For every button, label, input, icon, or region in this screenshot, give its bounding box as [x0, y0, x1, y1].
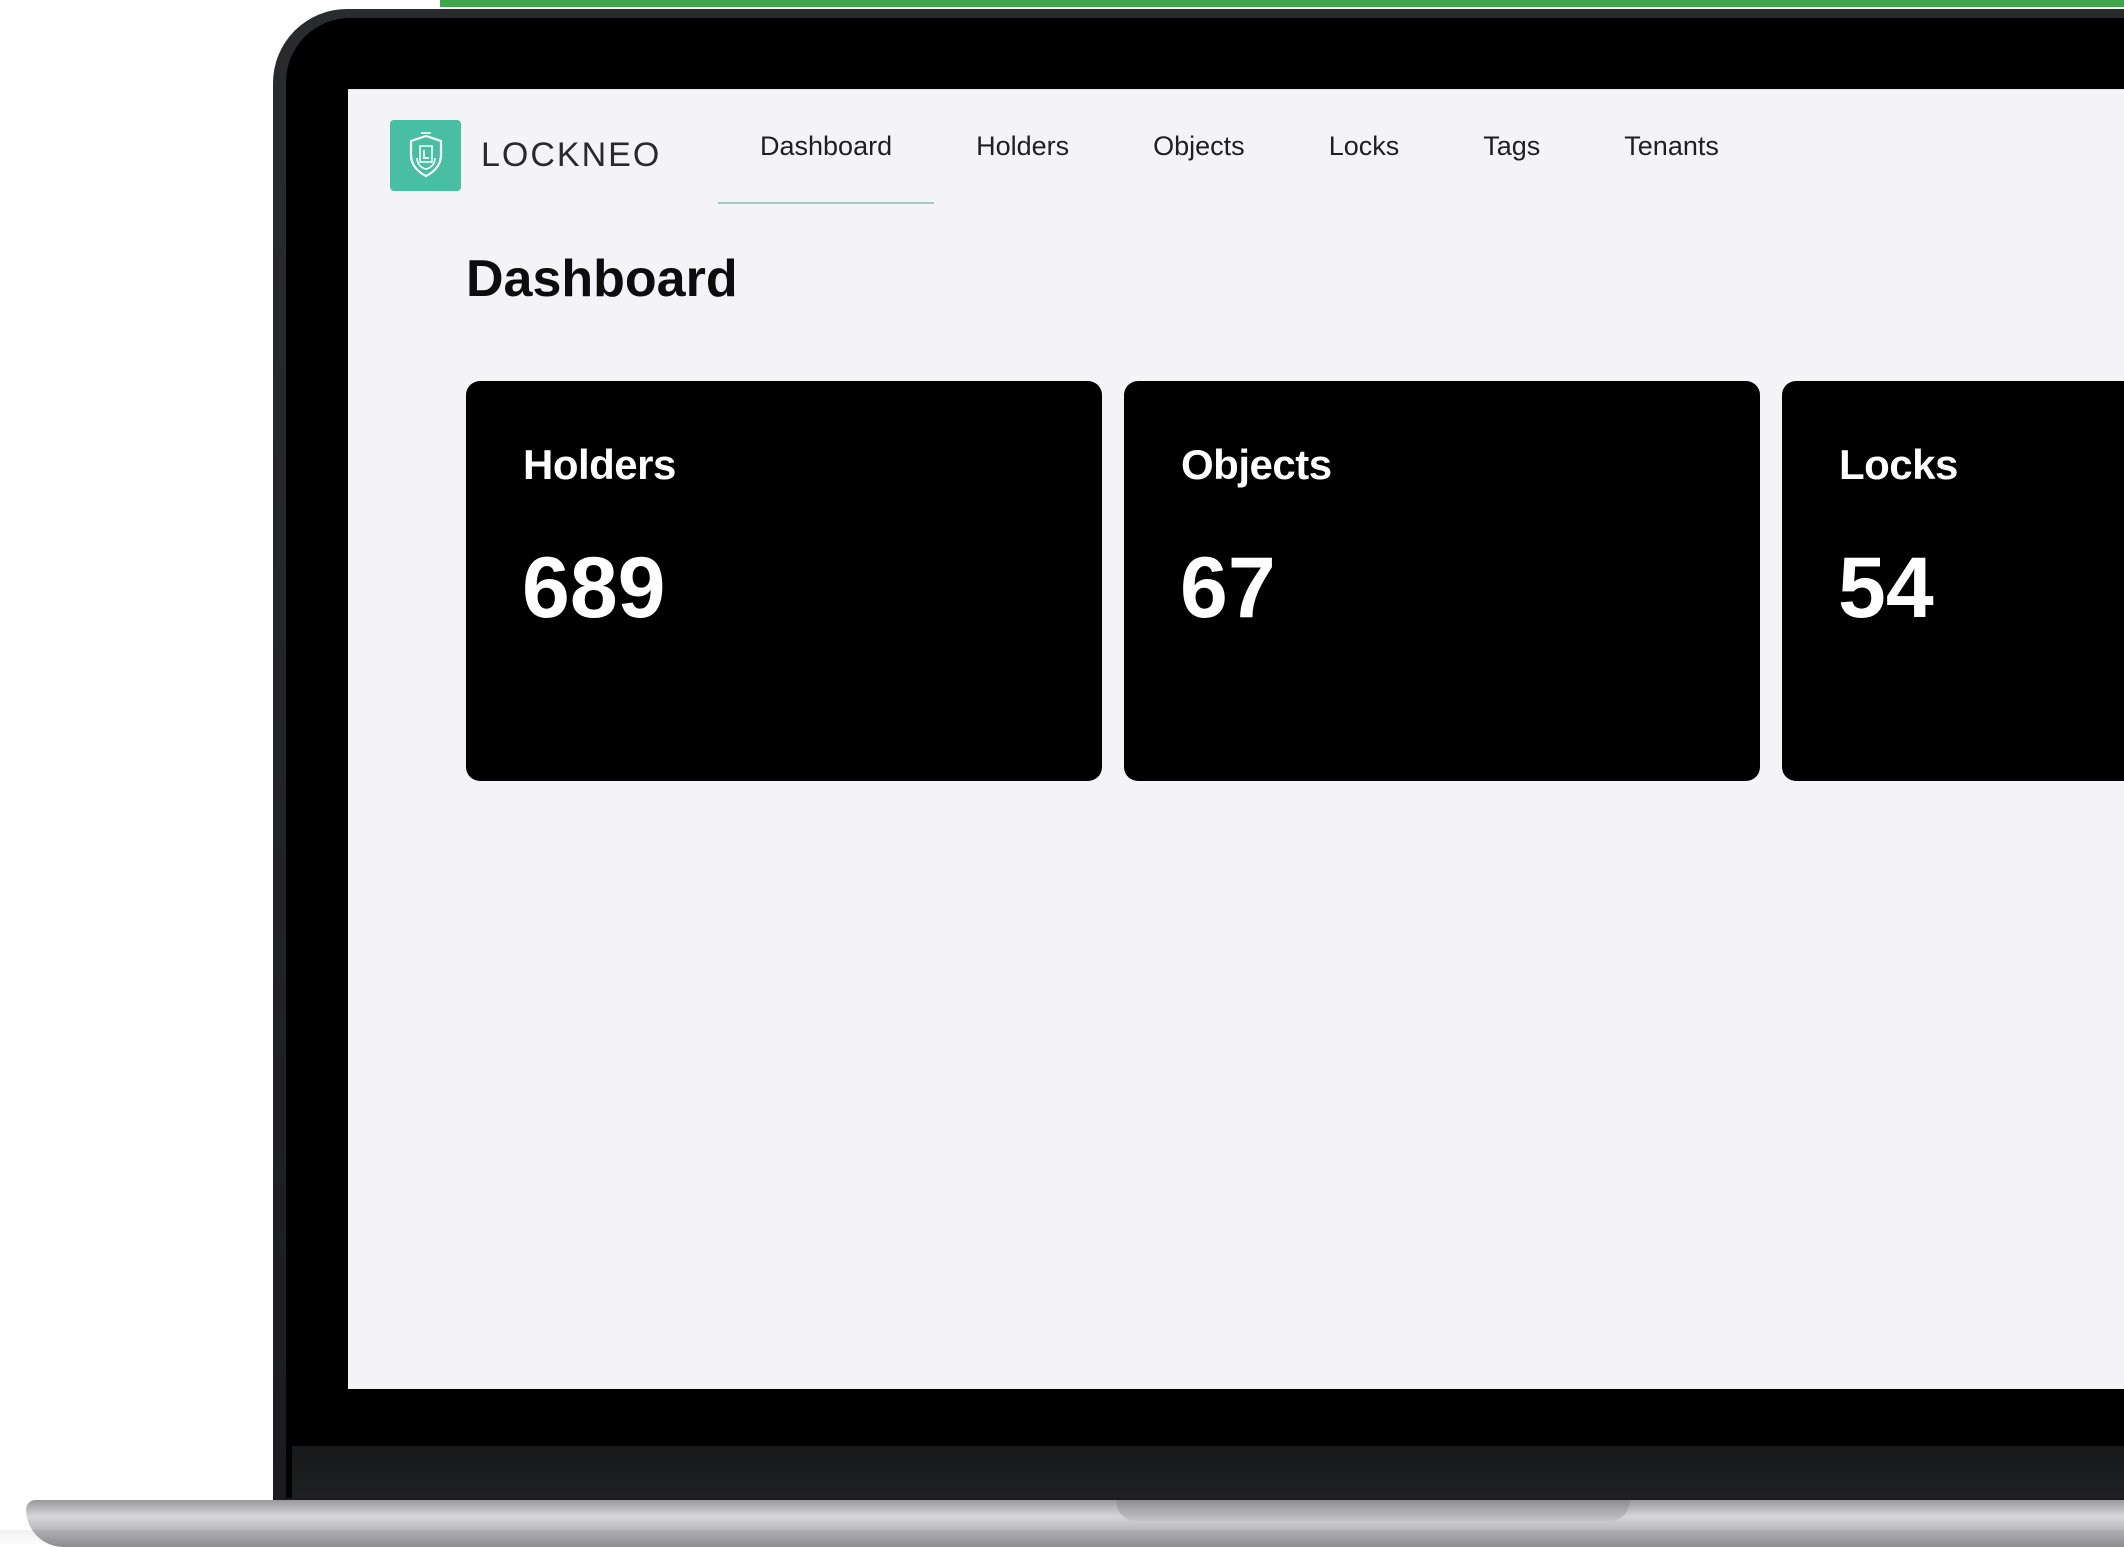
- stat-card-value: 67: [1180, 540, 1276, 636]
- page-title: Dashboard: [466, 250, 738, 308]
- top-navbar: LOCKNEO Dashboard Holders Objects Locks …: [348, 89, 2124, 208]
- laptop-mockup: LOCKNEO Dashboard Holders Objects Locks …: [0, 0, 2124, 1547]
- brand[interactable]: LOCKNEO: [390, 120, 661, 191]
- laptop-base-notch: [1116, 1500, 1630, 1522]
- bezel-bottom: [292, 1446, 2124, 1498]
- nav-tab-dashboard[interactable]: Dashboard: [718, 90, 935, 204]
- stat-cards: Holders 689 Objects 67 Locks 54: [466, 381, 2124, 781]
- nav-tab-label: Objects: [1153, 130, 1245, 161]
- stat-card-value: 689: [522, 540, 666, 636]
- nav-tab-label: Tenants: [1624, 130, 1719, 161]
- app-screen: LOCKNEO Dashboard Holders Objects Locks …: [348, 89, 2124, 1389]
- stat-card-value: 54: [1838, 540, 1934, 636]
- nav-tab-tags[interactable]: Tags: [1441, 90, 1582, 202]
- main-nav: Dashboard Holders Objects Locks Tags Ten…: [718, 90, 1761, 208]
- nav-tab-label: Holders: [976, 130, 1070, 161]
- nav-tab-label: Tags: [1483, 130, 1541, 161]
- nav-tab-objects[interactable]: Objects: [1111, 90, 1287, 202]
- brand-name: LOCKNEO: [481, 136, 662, 174]
- nav-tab-label: Dashboard: [760, 130, 893, 161]
- top-accent-bar: [440, 0, 2124, 7]
- nav-tab-label: Locks: [1328, 130, 1400, 161]
- nav-tab-holders[interactable]: Holders: [934, 90, 1111, 202]
- nav-tab-locks[interactable]: Locks: [1287, 90, 1442, 202]
- stat-card-title: Holders: [523, 441, 676, 488]
- stat-card-holders[interactable]: Holders 689: [466, 381, 1102, 781]
- stat-card-title: Locks: [1839, 441, 1958, 488]
- shield-lock-icon: [390, 120, 461, 191]
- nav-tab-tenants[interactable]: Tenants: [1582, 90, 1761, 202]
- stat-card-objects[interactable]: Objects 67: [1124, 381, 1760, 781]
- stat-card-title: Objects: [1181, 441, 1332, 488]
- laptop-shadow: [0, 1530, 2124, 1547]
- stat-card-locks[interactable]: Locks 54: [1782, 381, 2124, 781]
